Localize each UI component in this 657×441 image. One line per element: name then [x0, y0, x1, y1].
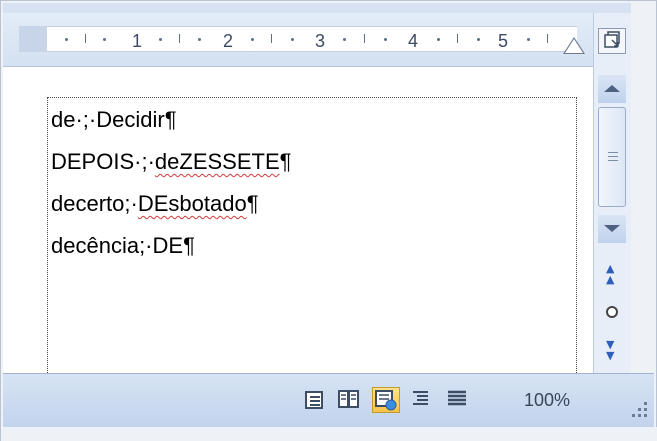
- print-layout-view-button[interactable]: [300, 387, 328, 413]
- grip-line: [608, 156, 618, 157]
- double-up-arrow-icon[interactable]: ▲ ▲: [606, 263, 614, 285]
- scroll-down-button[interactable]: [598, 215, 626, 243]
- document-line-1[interactable]: de·;·Decidir¶: [51, 107, 177, 133]
- window-bottom-edge: [1, 427, 657, 441]
- ruler-tick: [271, 34, 272, 43]
- view-buttons-group: [286, 375, 656, 427]
- document-line-2[interactable]: DEPOIS·;·deZESSETE¶: [51, 149, 291, 175]
- document-line-3[interactable]: decerto;·DEsbotado¶: [51, 191, 259, 217]
- grip-line: [608, 160, 618, 161]
- web-layout-icon: [375, 390, 397, 411]
- ruler-dot: [103, 38, 106, 41]
- document-line-4[interactable]: decência;·DE¶: [51, 233, 195, 259]
- grip-dot: [644, 408, 647, 411]
- grip-dot: [638, 408, 641, 411]
- outline-view-button[interactable]: [408, 387, 436, 413]
- scroll-up-button[interactable]: [598, 75, 626, 103]
- word-window-fragment: 1 2 3 4 5 de·;·Decidir¶ DEPOIS·;·deZESSE…: [0, 0, 657, 441]
- grip-line: [608, 152, 618, 153]
- ruler-number: 5: [498, 31, 509, 51]
- ruler-dot: [384, 38, 387, 41]
- ruler-dot: [198, 38, 201, 41]
- misspelled-word[interactable]: deZESSETE: [155, 149, 280, 174]
- print-layout-icon: [305, 391, 323, 409]
- ruler-tick: [85, 34, 86, 43]
- ruler-dot: [65, 38, 68, 41]
- document-page[interactable]: de·;·Decidir¶ DEPOIS·;·deZESSETE¶ decert…: [3, 67, 593, 373]
- icon-line: [310, 396, 320, 398]
- top-strip: [3, 3, 593, 13]
- ruler-number: 4: [408, 31, 419, 51]
- ruler-dot: [527, 38, 530, 41]
- web-layout-view-button[interactable]: [372, 387, 400, 413]
- ruler-number: 1: [132, 31, 143, 51]
- double-down-arrow-icon[interactable]: ▼ ▼: [606, 339, 614, 361]
- scrollbar-top-cap: [593, 3, 631, 13]
- grip-dot: [632, 414, 635, 417]
- down-arrow-icon: [604, 225, 620, 232]
- zoom-level[interactable]: 100%: [524, 390, 570, 411]
- view-ruler-icon[interactable]: [598, 28, 626, 54]
- line-text: decência;·DE: [51, 233, 184, 258]
- misspelled-word[interactable]: DEsbotado: [138, 191, 247, 216]
- status-bar: 100%: [3, 373, 656, 428]
- full-screen-reading-view-button[interactable]: [336, 387, 364, 413]
- ruler-number: 3: [315, 31, 326, 51]
- draft-view-button[interactable]: [444, 387, 472, 413]
- select-browse-object-icon[interactable]: [606, 306, 618, 318]
- ruler-dot: [251, 38, 254, 41]
- ruler-tick: [457, 34, 458, 43]
- grip-dot: [644, 402, 647, 405]
- full-screen-reading-icon: [338, 390, 359, 408]
- ruler-dot: [159, 38, 162, 41]
- outline-icon: [413, 391, 428, 405]
- pilcrow-mark: ¶: [246, 191, 259, 216]
- up-arrow-icon: [604, 85, 620, 92]
- ruler-tick: [179, 34, 180, 43]
- ruler-left-margin: [19, 26, 47, 52]
- icon-line: [310, 400, 320, 402]
- ruler-number: 2: [223, 31, 234, 51]
- grip-dot: [644, 414, 647, 417]
- status-bar-left: [3, 374, 278, 428]
- pilcrow-mark: ¶: [183, 233, 195, 258]
- ruler-dot: [291, 38, 294, 41]
- ruler-tick: [547, 34, 548, 43]
- ruler-tick: [364, 34, 365, 43]
- ruler-dot: [437, 38, 440, 41]
- line-text: DEPOIS·;·: [51, 149, 155, 174]
- pilcrow-mark: ¶: [279, 149, 292, 174]
- line-text: decerto;·: [51, 191, 138, 216]
- view-ruler-icon-graphic: [604, 31, 620, 48]
- ruler-dot: [343, 38, 346, 41]
- grip-dot: [638, 414, 641, 417]
- draft-icon: [448, 390, 466, 406]
- line-text: de·;·Decidir: [51, 107, 165, 132]
- resize-grip-icon[interactable]: [632, 402, 650, 420]
- ruler-dot: [477, 38, 480, 41]
- scrollbar-thumb[interactable]: [598, 107, 626, 207]
- icon-line: [310, 404, 320, 406]
- pilcrow-mark: ¶: [164, 107, 177, 132]
- right-indent-marker[interactable]: [565, 39, 583, 53]
- horizontal-ruler[interactable]: 1 2 3 4 5: [3, 13, 593, 67]
